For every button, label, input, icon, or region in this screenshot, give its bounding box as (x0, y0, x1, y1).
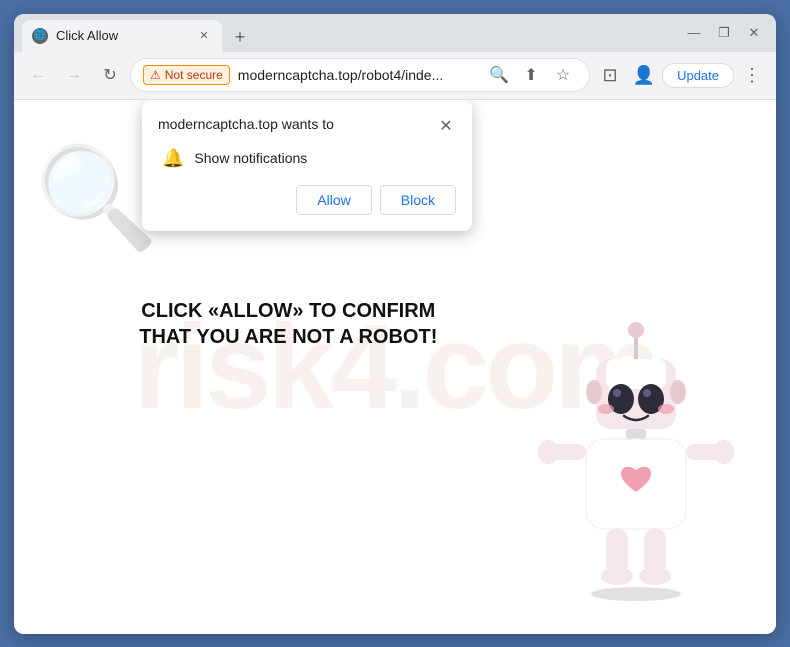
warning-icon: ⚠ (150, 68, 161, 82)
share-icon[interactable]: ⬆ (517, 61, 545, 89)
forward-button[interactable]: → (58, 59, 90, 91)
popup-close-button[interactable]: ✕ (436, 116, 456, 136)
popup-actions: Allow Block (158, 185, 456, 215)
permission-text: Show notifications (194, 150, 307, 166)
toolbar-right: ⊡ 👤 Update ⋮ (594, 59, 768, 91)
menu-icon[interactable]: ⋮ (736, 59, 768, 91)
popup-permission: 🔔 Show notifications (158, 148, 456, 169)
close-button[interactable]: ✕ (740, 19, 768, 47)
address-icons: 🔍 ⬆ ☆ (485, 61, 577, 89)
profile-icon[interactable]: 👤 (628, 59, 660, 91)
url-text: moderncaptcha.top/robot4/inde... (238, 67, 477, 83)
notification-popup: moderncaptcha.top wants to ✕ 🔔 Show noti… (142, 100, 472, 231)
update-button[interactable]: Update (662, 63, 734, 88)
address-bar[interactable]: ⚠ Not secure moderncaptcha.top/robot4/in… (130, 58, 590, 92)
bell-icon: 🔔 (162, 148, 184, 169)
popup-title: moderncaptcha.top wants to (158, 116, 334, 132)
robot-illustration (526, 304, 746, 604)
nav-bar: ← → ↻ ⚠ Not secure moderncaptcha.top/rob… (14, 52, 776, 100)
allow-button[interactable]: Allow (296, 185, 371, 215)
page-main-text: CLICK «ALLOW» TO CONFIRM THAT YOU ARE NO… (118, 298, 458, 350)
maximize-button[interactable]: ❐ (710, 19, 738, 47)
back-button[interactable]: ← (22, 59, 54, 91)
new-tab-button[interactable]: + (226, 24, 254, 52)
tab-bar: 🌐 Click Allow ✕ + (22, 14, 674, 52)
bookmark-icon[interactable]: ☆ (549, 61, 577, 89)
page-content: risk4.com 🔍 moderncaptcha.top wants to ✕… (14, 100, 776, 634)
popup-header: moderncaptcha.top wants to ✕ (158, 116, 456, 136)
block-button[interactable]: Block (380, 185, 456, 215)
tab-title: Click Allow (56, 28, 188, 43)
magnifier-watermark-icon: 🔍 (34, 140, 159, 257)
browser-window: 🌐 Click Allow ✕ + — ❐ ✕ ← → ↻ ⚠ Not secu… (14, 14, 776, 634)
window-controls: — ❐ ✕ (680, 19, 768, 47)
browser-tab[interactable]: 🌐 Click Allow ✕ (22, 20, 222, 52)
security-label: Not secure (165, 68, 223, 82)
robot-svg (526, 304, 746, 604)
search-icon[interactable]: 🔍 (485, 61, 513, 89)
tab-close-button[interactable]: ✕ (196, 28, 212, 44)
refresh-button[interactable]: ↻ (94, 59, 126, 91)
tab-favicon: 🌐 (32, 28, 48, 44)
tab-search-icon[interactable]: ⊡ (594, 59, 626, 91)
minimize-button[interactable]: — (680, 19, 708, 47)
security-badge: ⚠ Not secure (143, 65, 230, 85)
title-bar: 🌐 Click Allow ✕ + — ❐ ✕ (14, 14, 776, 52)
